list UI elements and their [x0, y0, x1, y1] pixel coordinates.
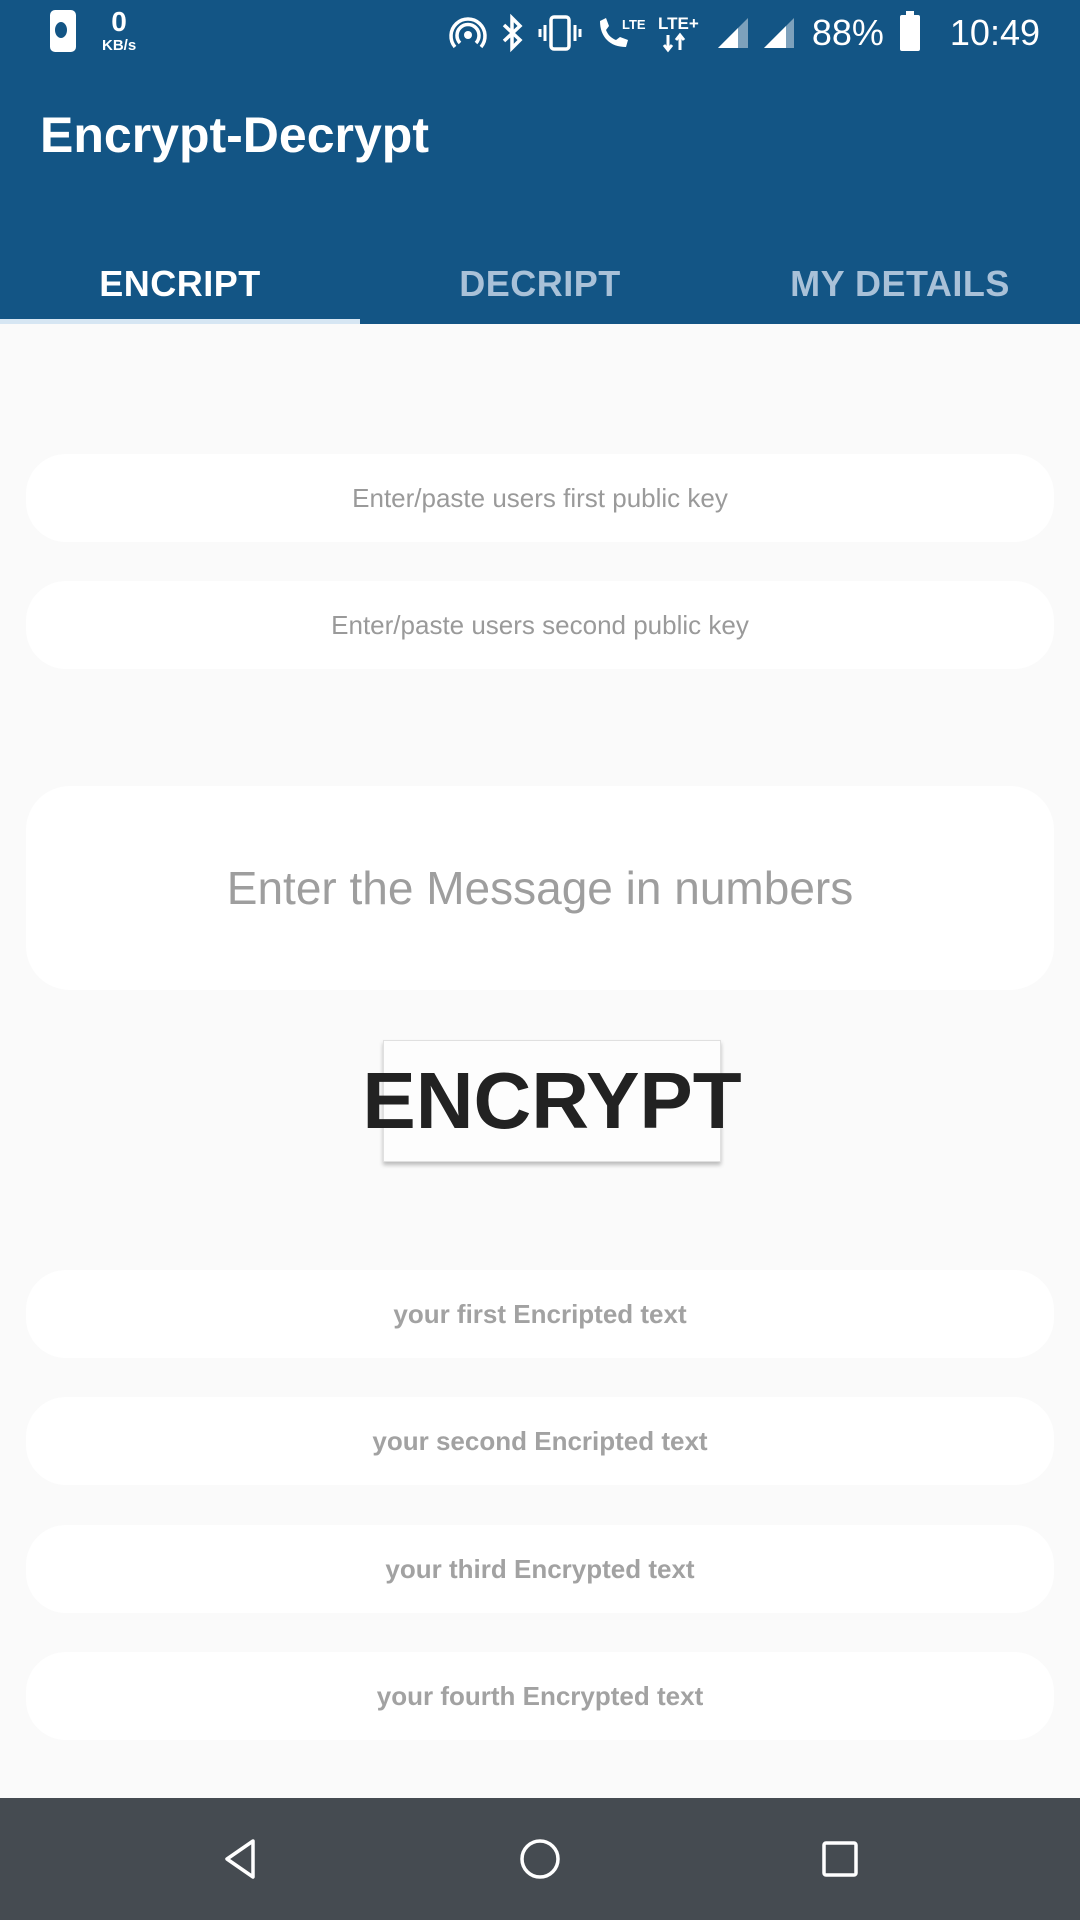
- status-bar: 0 KB/s LTE LTE+ 88% 10:49: [0, 0, 1080, 66]
- battery-icon: [899, 11, 920, 51]
- svg-text:LTE+: LTE+: [658, 14, 699, 33]
- fourth-encrypted-output[interactable]: your fourth Encrypted text: [26, 1652, 1054, 1740]
- hotspot-icon: [448, 13, 488, 53]
- recents-icon[interactable]: [815, 1834, 865, 1884]
- tab-label: DECRIPT: [459, 263, 621, 304]
- status-right: LTE LTE+ 88% 10:49: [436, 0, 1040, 66]
- input-placeholder: Enter the Message in numbers: [226, 862, 854, 914]
- message-input[interactable]: Enter the Message in numbers: [26, 786, 1054, 990]
- input-placeholder: Enter/paste users first public key: [352, 482, 728, 513]
- encrypt-button[interactable]: ENCRYPT: [362, 1040, 742, 1162]
- first-encrypted-output[interactable]: your first Encripted text: [26, 1270, 1054, 1358]
- net-speed-value: 0: [111, 6, 127, 37]
- second-public-key-input[interactable]: Enter/paste users second public key: [26, 581, 1054, 669]
- tab-indicator: [0, 319, 360, 324]
- net-speed: 0 KB/s: [102, 6, 137, 54]
- tab-bar: ENCRIPT DECRIPT MY DETAILS: [0, 244, 1080, 324]
- back-icon[interactable]: [216, 1834, 266, 1884]
- tab-label: MY DETAILS: [790, 263, 1010, 304]
- status-left: 0 KB/s: [50, 8, 136, 53]
- tab-decript[interactable]: DECRIPT: [360, 244, 720, 324]
- output-placeholder: your first Encripted text: [393, 1298, 687, 1329]
- home-icon[interactable]: [515, 1834, 565, 1884]
- vibrate-icon: [538, 13, 582, 53]
- signal-icon: [716, 16, 750, 50]
- output-placeholder: your third Encrypted text: [385, 1553, 695, 1584]
- bluetooth-icon: [500, 13, 526, 53]
- tab-encript[interactable]: ENCRIPT: [0, 244, 360, 324]
- second-encrypted-output[interactable]: your second Encripted text: [26, 1397, 1054, 1485]
- phone-icon: [50, 9, 76, 52]
- tab-label: ENCRIPT: [99, 263, 261, 304]
- signal-icon: [762, 16, 796, 50]
- volte-call-icon: LTE: [594, 13, 646, 53]
- svg-text:LTE: LTE: [622, 17, 646, 32]
- app-bar: Encrypt-Decrypt ENCRIPT DECRIPT MY DETAI…: [0, 66, 1080, 324]
- screen: 0 KB/s LTE LTE+ 88% 10:49 Encrypt-Decryp…: [0, 0, 1080, 1920]
- output-placeholder: your second Encripted text: [372, 1425, 708, 1456]
- input-placeholder: Enter/paste users second public key: [331, 609, 749, 640]
- navigation-bar: [0, 1798, 1080, 1920]
- first-public-key-input[interactable]: Enter/paste users first public key: [26, 454, 1054, 542]
- net-speed-unit: KB/s: [102, 37, 137, 54]
- lte-plus-icon: LTE+: [658, 13, 704, 53]
- output-placeholder: your fourth Encrypted text: [376, 1680, 704, 1711]
- app-title: Encrypt-Decrypt: [40, 107, 429, 163]
- clock: 10:49: [949, 12, 1040, 53]
- battery-percent: 88%: [811, 12, 884, 53]
- third-encrypted-output[interactable]: your third Encrypted text: [26, 1525, 1054, 1613]
- tab-my-details[interactable]: MY DETAILS: [720, 244, 1080, 324]
